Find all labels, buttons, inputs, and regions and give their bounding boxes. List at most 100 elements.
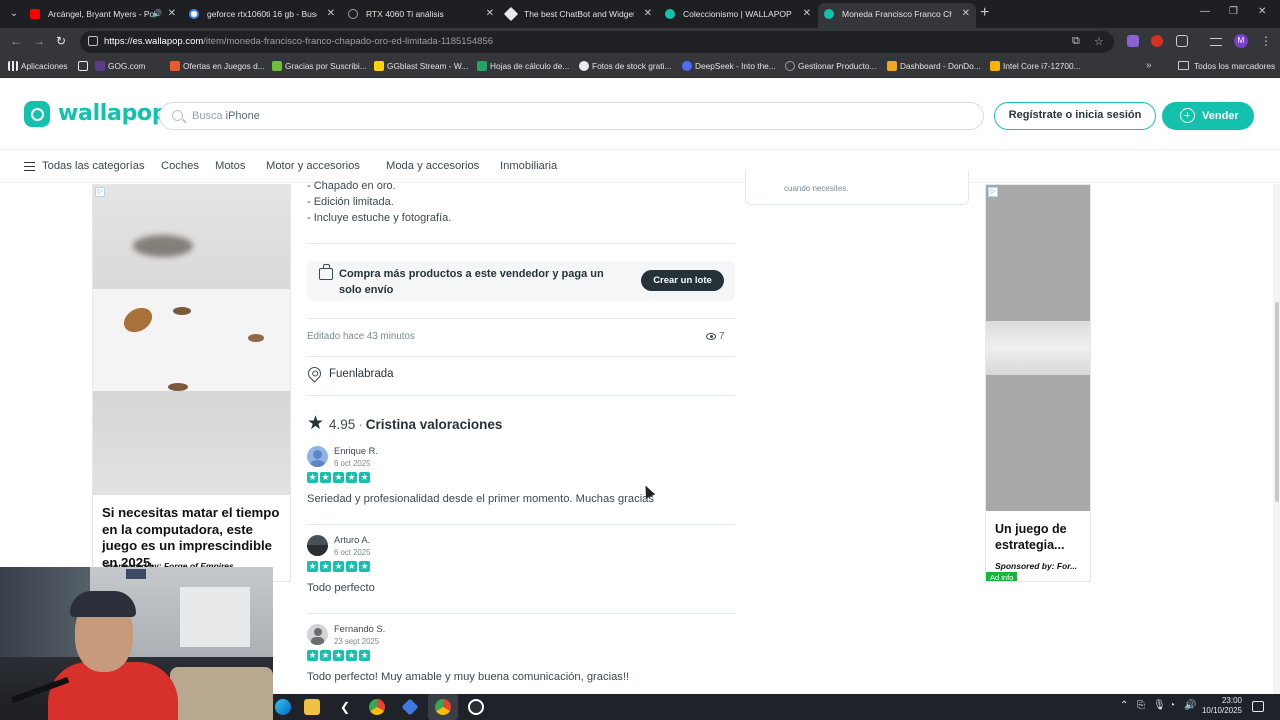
avatar[interactable]	[307, 535, 328, 556]
browser-tab[interactable]: Arcángel, Bryant Myers - Po 🔊 ✕	[24, 3, 182, 28]
bookmark-item[interactable]: Ofertas en Juegos d...	[170, 61, 265, 71]
hamburger-menu-icon[interactable]	[24, 162, 35, 171]
extension-gear-icon[interactable]	[1127, 35, 1139, 47]
install-app-icon[interactable]: ⧉	[1072, 35, 1080, 48]
browser-menu-icon[interactable]: ⋮	[1260, 34, 1272, 48]
bookmark-item[interactable]: GGblast Stream - W...	[374, 61, 468, 71]
volume-icon[interactable]: 🔊	[1184, 700, 1196, 711]
location[interactable]: Fuenlabrada	[305, 364, 394, 384]
address-bar[interactable]: https://es.wallapop.com/item/moneda-fran…	[80, 31, 1114, 53]
chrome-icon[interactable]	[369, 699, 385, 715]
app-diamond-icon[interactable]	[401, 698, 419, 716]
taskbar-clock[interactable]: 23:00 10/10/2025	[1198, 696, 1242, 716]
edge-icon[interactable]	[275, 699, 291, 715]
close-tab-icon[interactable]: ✕	[962, 3, 970, 25]
search-placeholder: Busca iPhone	[192, 110, 260, 122]
browser-tab[interactable]: The best ChatBot and Widgets ✕	[500, 3, 658, 28]
category-motorbikes[interactable]: Motos	[215, 160, 245, 172]
globe-favicon-icon	[348, 9, 358, 19]
webcam-person-cap	[70, 591, 136, 617]
browser-tab[interactable]: geforce rtx1060ti 16 gb - Busca ✕	[183, 3, 341, 28]
bookmark-item[interactable]: Intel Core i7-12700...	[990, 61, 1080, 71]
close-tab-icon[interactable]: ✕	[327, 3, 335, 25]
search-placeholder-prefix: Busca	[192, 110, 223, 122]
clock-time: 23:00	[1221, 696, 1242, 705]
reviewer-name[interactable]: Enrique R.	[334, 446, 378, 456]
minimize-icon[interactable]: —	[1200, 6, 1210, 17]
left-ad[interactable]: ▷ Si necesitas matar el tiempo en la com…	[92, 184, 291, 582]
right-ad[interactable]: ▷ Un juego de estrategia... Sponsored by…	[985, 184, 1091, 582]
star-icon: ★	[333, 561, 344, 572]
reading-list-icon[interactable]	[1210, 38, 1222, 46]
more-bookmarks-icon[interactable]: »	[1146, 60, 1152, 71]
category-cars[interactable]: Coches	[161, 160, 199, 172]
browser-tab[interactable]: Coleccionismo | WALLAPOP ✕	[659, 3, 817, 28]
bookmark-star-icon[interactable]: ☆	[1094, 35, 1104, 48]
divider	[307, 318, 735, 319]
speaker-icon[interactable]: 🔊	[152, 3, 162, 25]
ad-choices-icon[interactable]: ▷	[95, 187, 105, 197]
back-icon[interactable]: ←	[10, 34, 22, 48]
ad-image	[93, 289, 290, 391]
bookmark-item[interactable]: GOG.com	[95, 61, 145, 71]
close-tab-icon[interactable]: ✕	[168, 3, 176, 25]
google-favicon-icon	[189, 9, 199, 19]
ad-choices-icon[interactable]: ▷	[988, 187, 998, 197]
dondominio-icon	[887, 61, 897, 71]
all-bookmarks-folder[interactable]: Todos los marcadores	[1178, 61, 1275, 71]
avatar[interactable]	[307, 624, 328, 645]
back-app-icon[interactable]: ❮	[337, 699, 353, 715]
extensions-puzzle-icon[interactable]	[1176, 35, 1188, 47]
bookmark-item[interactable]: Fotos de stock grati...	[579, 61, 671, 71]
bookmark-item[interactable]: Gestionar Producto...	[785, 61, 876, 71]
bookmark-item[interactable]: Aplicaciones	[8, 61, 68, 71]
reviewer-name[interactable]: Fernando S.	[334, 624, 385, 634]
category-all[interactable]: Todas las categorías	[42, 160, 145, 172]
extension-red-icon[interactable]	[1151, 35, 1163, 47]
browser-tab[interactable]: RTX 4060 Ti análisis ✕	[342, 3, 500, 28]
star-icon: ★	[346, 472, 357, 483]
search-input[interactable]: Busca iPhone	[159, 102, 984, 130]
category-motor-accessories[interactable]: Motor y accesorios	[266, 160, 360, 172]
login-button[interactable]: Regístrate o inicia sesión	[994, 102, 1156, 130]
file-explorer-icon[interactable]	[304, 699, 320, 715]
network-share-icon[interactable]: ⎘	[1137, 700, 1145, 711]
bookmark-item[interactable]	[78, 61, 88, 73]
microphone-icon[interactable]: 🎙	[1153, 700, 1166, 711]
close-window-icon[interactable]: ✕	[1258, 6, 1266, 17]
bookmark-item[interactable]: Gracias por Suscribi...	[272, 61, 367, 71]
bookmark-item[interactable]: Dashboard - DonDo...	[887, 61, 981, 71]
folder-icon	[1178, 61, 1189, 70]
rating-header[interactable]: ★ 4.95 · Cristina valoraciones	[307, 414, 502, 434]
tab-search-icon[interactable]: ⌄	[6, 6, 22, 22]
wifi-icon[interactable]: ◔	[1169, 700, 1175, 711]
bookmark-item[interactable]: Hojas de cálculo de...	[477, 61, 569, 71]
notification-icon[interactable]	[1252, 701, 1264, 712]
profile-avatar[interactable]: M	[1234, 34, 1248, 48]
url-text[interactable]: https://es.wallapop.com/item/moneda-fran…	[104, 36, 493, 47]
obs-icon[interactable]	[468, 699, 484, 715]
map-pin-icon	[305, 364, 324, 383]
category-fashion[interactable]: Moda y accesorios	[386, 160, 479, 172]
taskbar-active-app[interactable]	[428, 694, 458, 720]
scrollbar-thumb[interactable]	[1275, 302, 1279, 502]
sell-button[interactable]: Vender	[1162, 102, 1254, 130]
bookmark-item[interactable]: DeepSeek - Into the...	[682, 61, 776, 71]
avatar[interactable]	[307, 446, 328, 467]
close-tab-icon[interactable]: ✕	[644, 3, 652, 25]
reviewer-name[interactable]: Arturo A.	[334, 535, 370, 545]
reload-icon[interactable]: ↻	[56, 34, 66, 48]
tray-overflow-icon[interactable]: ⌃	[1120, 700, 1128, 711]
close-tab-icon[interactable]: ✕	[486, 3, 494, 25]
site-info-icon[interactable]	[88, 36, 98, 46]
new-tab-icon[interactable]: +	[980, 4, 989, 22]
ad-info-badge[interactable]: Ad info	[986, 572, 1018, 581]
restore-icon[interactable]: ❐	[1229, 6, 1238, 17]
forward-icon[interactable]: →	[33, 34, 45, 48]
create-bundle-button[interactable]: Crear un lote	[641, 270, 724, 291]
seller-side-card: cuando necesites.	[745, 170, 969, 205]
ad-title[interactable]: Un juego de estrategia...	[995, 521, 1087, 553]
category-real-estate[interactable]: Inmobiliaria	[500, 160, 557, 172]
close-tab-icon[interactable]: ✕	[803, 3, 811, 25]
browser-tab-active[interactable]: Moneda Francisco Franco Chap ✕	[818, 3, 976, 28]
